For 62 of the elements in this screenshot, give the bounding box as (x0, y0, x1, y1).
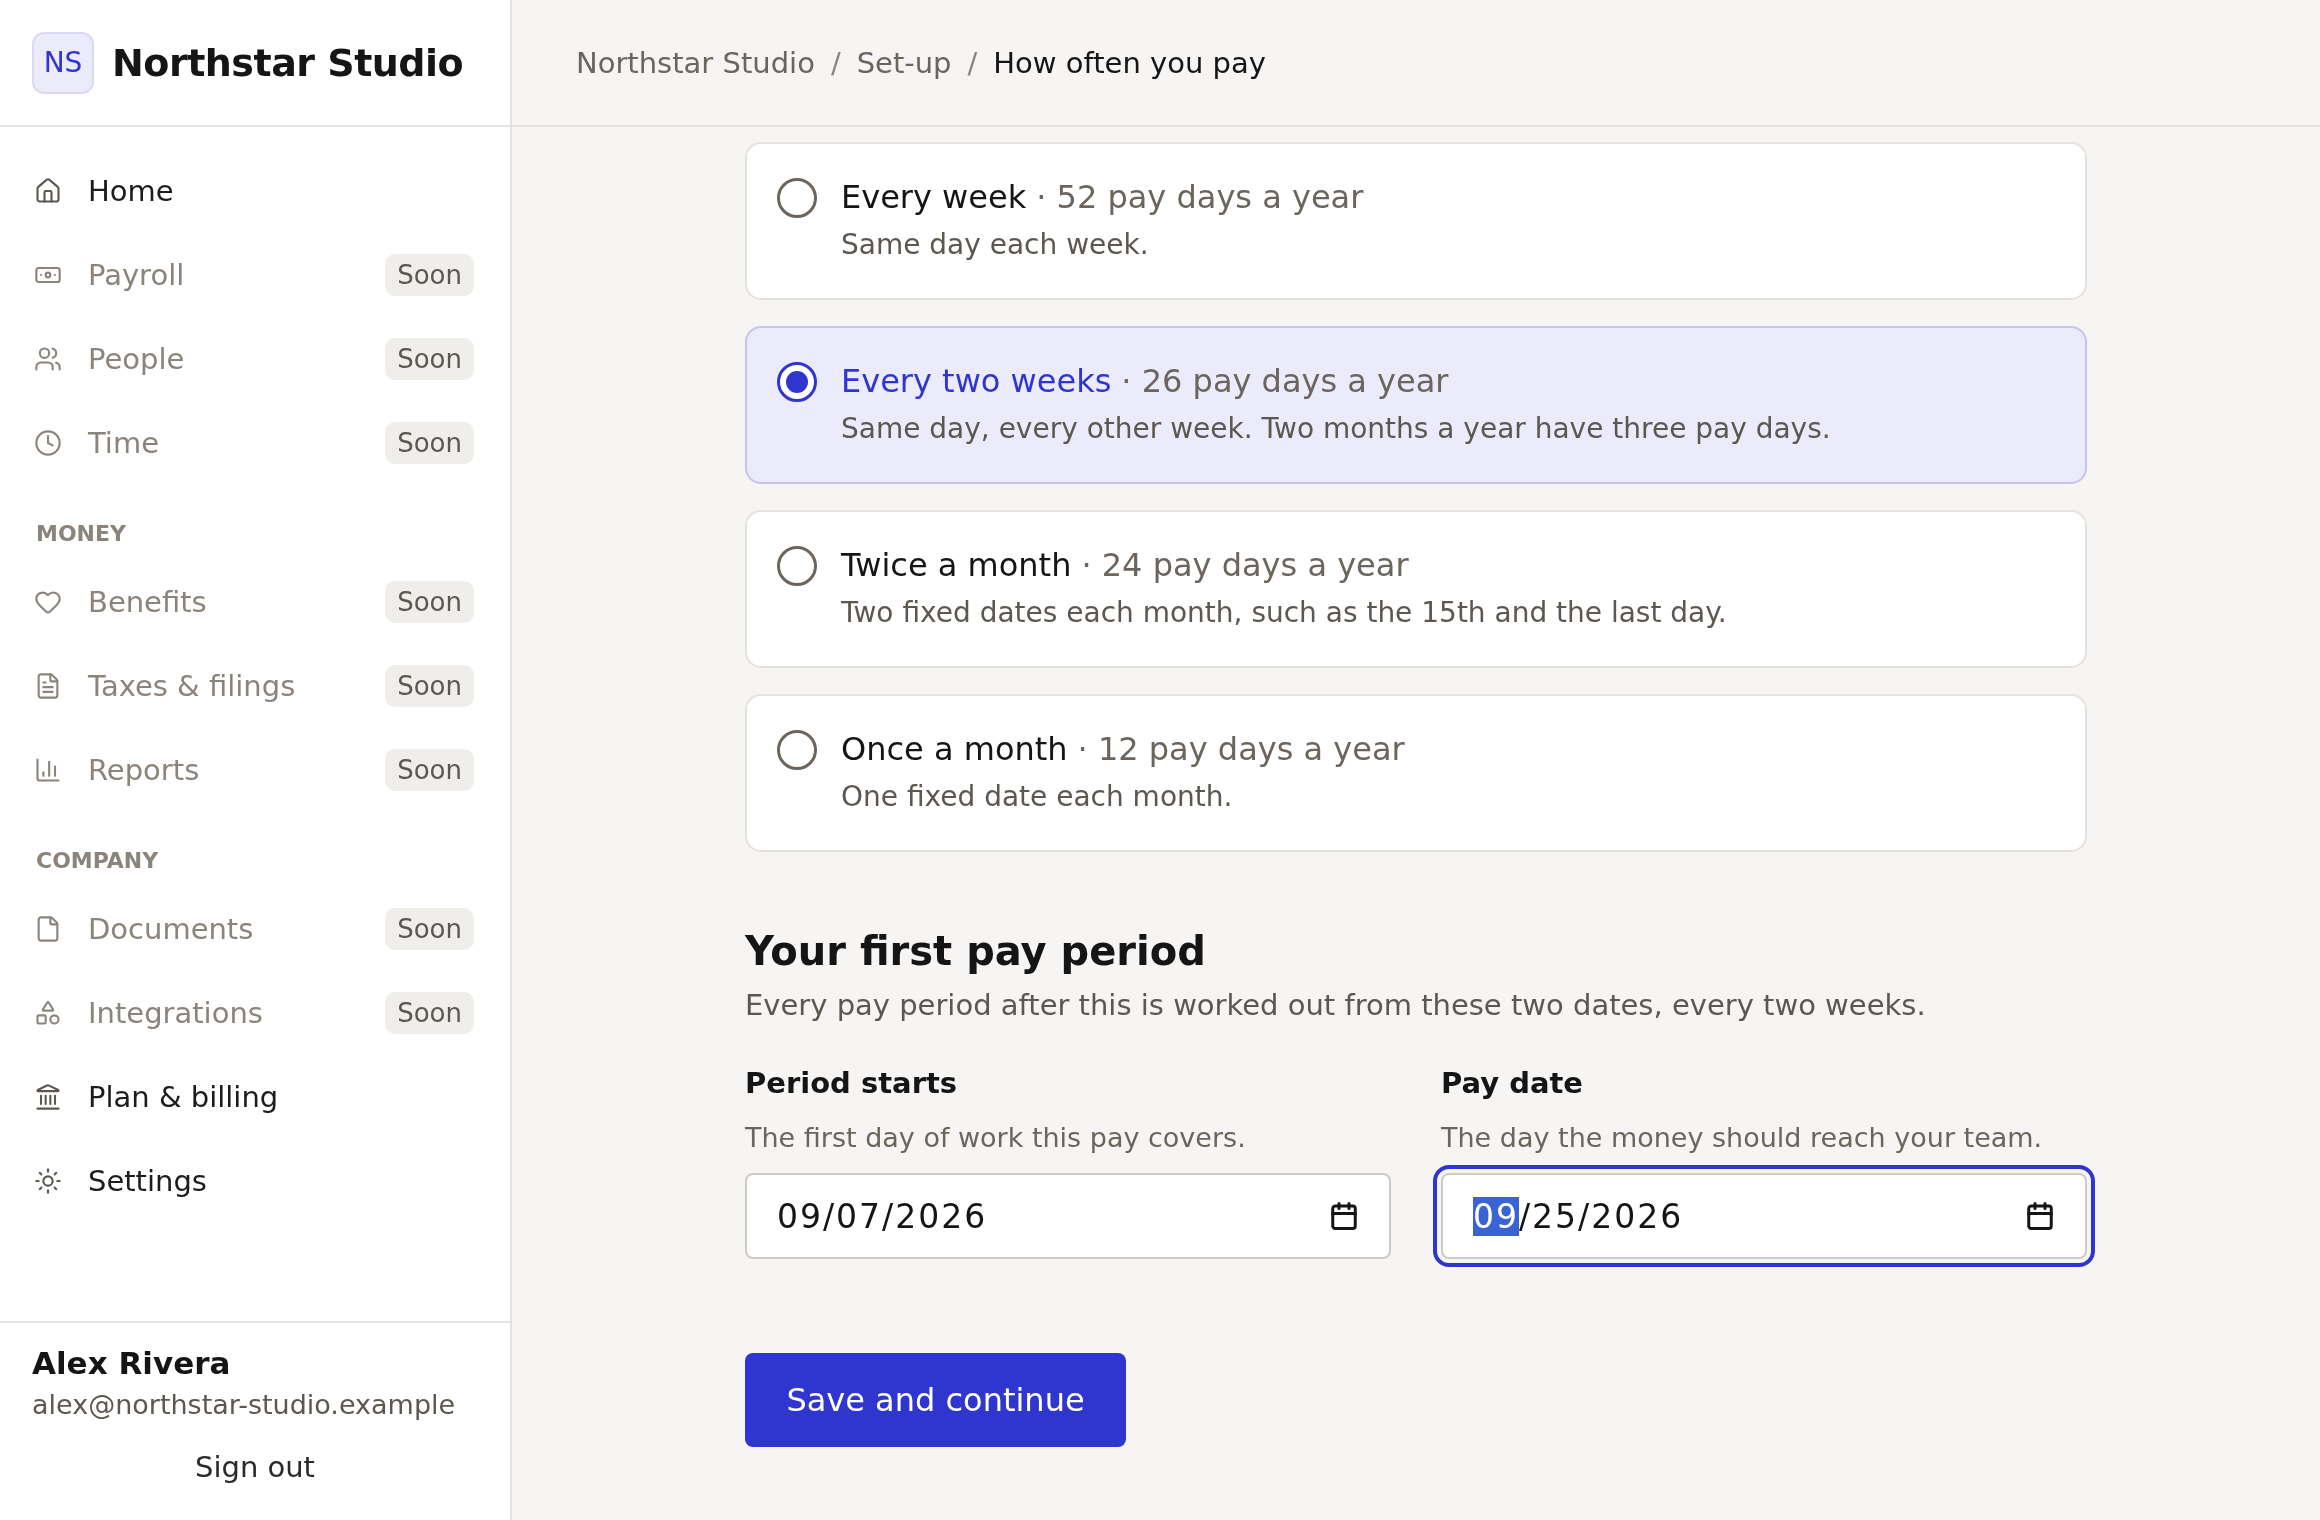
field-label: Period starts (745, 1066, 959, 1100)
user-email: alex@northstar-studio.example (32, 1389, 457, 1420)
breadcrumb-link[interactable]: Set-up (856, 45, 952, 80)
calendar-icon[interactable] (2025, 1201, 2055, 1231)
section-title: Your first pay period (745, 928, 1207, 974)
option-description: One fixed date each month. (841, 780, 1234, 813)
date-value: 09/07/2026 (777, 1196, 989, 1236)
radio-button[interactable] (777, 178, 817, 218)
radio-button[interactable] (777, 546, 817, 586)
date-value: 09/25/2026 (1473, 1196, 1685, 1236)
option-description: Two fixed dates each month, such as the 15th and the last day. (841, 596, 1727, 629)
frequency-option[interactable]: Once a month · 12 pay days a year One fixed date each month. (745, 694, 2087, 852)
option-meta: · 26 pay days a year (1121, 362, 1449, 400)
soon-badge: Soon (385, 254, 474, 296)
bar-chart-icon (34, 756, 62, 784)
soon-badge: Soon (385, 665, 474, 707)
brand-name: Northstar Studio (112, 40, 464, 85)
breadcrumb-link[interactable]: Northstar Studio (576, 45, 815, 80)
user-name: Alex Rivera (32, 1345, 232, 1381)
save-button[interactable]: Save and continue (745, 1353, 1126, 1447)
option-meta: · 12 pay days a year (1077, 730, 1405, 768)
option-description: Same day, every other week. Two months a year have three pay days. (841, 412, 1831, 445)
breadcrumb-separator: / (830, 45, 841, 80)
breadcrumb-link[interactable]: How often you pay (993, 45, 1266, 80)
nav-item[interactable]: Plan & billing (34, 1055, 474, 1139)
radio-button[interactable] (777, 362, 817, 402)
field-hint: The day the money should reach your team. (1441, 1122, 2044, 1153)
soon-badge: Soon (385, 338, 474, 380)
frequency-option[interactable]: Twice a month · 24 pay days a year Two fixed dates each month, such as the 15th and the last day. (745, 510, 2087, 668)
nav-item[interactable]: Home (34, 149, 474, 233)
sign-out-button[interactable]: Sign out (185, 1444, 325, 1490)
soon-badge: Soon (385, 908, 474, 950)
breadcrumb-separator: / (967, 45, 978, 80)
option-description: Same day each week. (841, 228, 1150, 261)
soon-badge: Soon (385, 749, 474, 791)
section-heading: COMPANY (36, 848, 160, 873)
frequency-option[interactable]: Every week · 52 pay days a year Same day each week. (745, 142, 2087, 300)
section-heading: MONEY (36, 521, 127, 546)
field-hint: The first day of work this pay covers. (745, 1122, 1247, 1153)
home-icon (34, 177, 62, 205)
shapes-icon (34, 999, 62, 1027)
nav-item[interactable]: Settings (34, 1139, 474, 1223)
bank-icon (34, 1083, 62, 1111)
frequency-option[interactable]: Every two weeks · 26 pay days a year Same day, every other week. Two months a year have three pay days. (745, 326, 2087, 484)
brand-logo: NS (32, 31, 94, 94)
settings-icon (34, 1167, 62, 1195)
clock-icon (34, 429, 62, 457)
people-icon (34, 345, 62, 373)
date-field[interactable]: 09/07/2026 (745, 1173, 1391, 1259)
field-label: Pay date (1441, 1066, 1584, 1100)
calendar-icon[interactable] (1329, 1201, 1359, 1231)
option-meta: · 24 pay days a year (1081, 546, 1409, 584)
option-title: Every week (841, 178, 1027, 216)
option-title: Twice a month (841, 546, 1072, 584)
radio-button[interactable] (777, 730, 817, 770)
soon-badge: Soon (385, 992, 474, 1034)
option-title: Every two weeks (841, 362, 1112, 400)
section-description: Every pay period after this is worked out from these two dates, every two weeks. (745, 988, 1927, 1022)
option-meta: · 52 pay days a year (1036, 178, 1364, 216)
option-title: Once a month (841, 730, 1068, 768)
soon-badge: Soon (385, 581, 474, 623)
soon-badge: Soon (385, 422, 474, 464)
